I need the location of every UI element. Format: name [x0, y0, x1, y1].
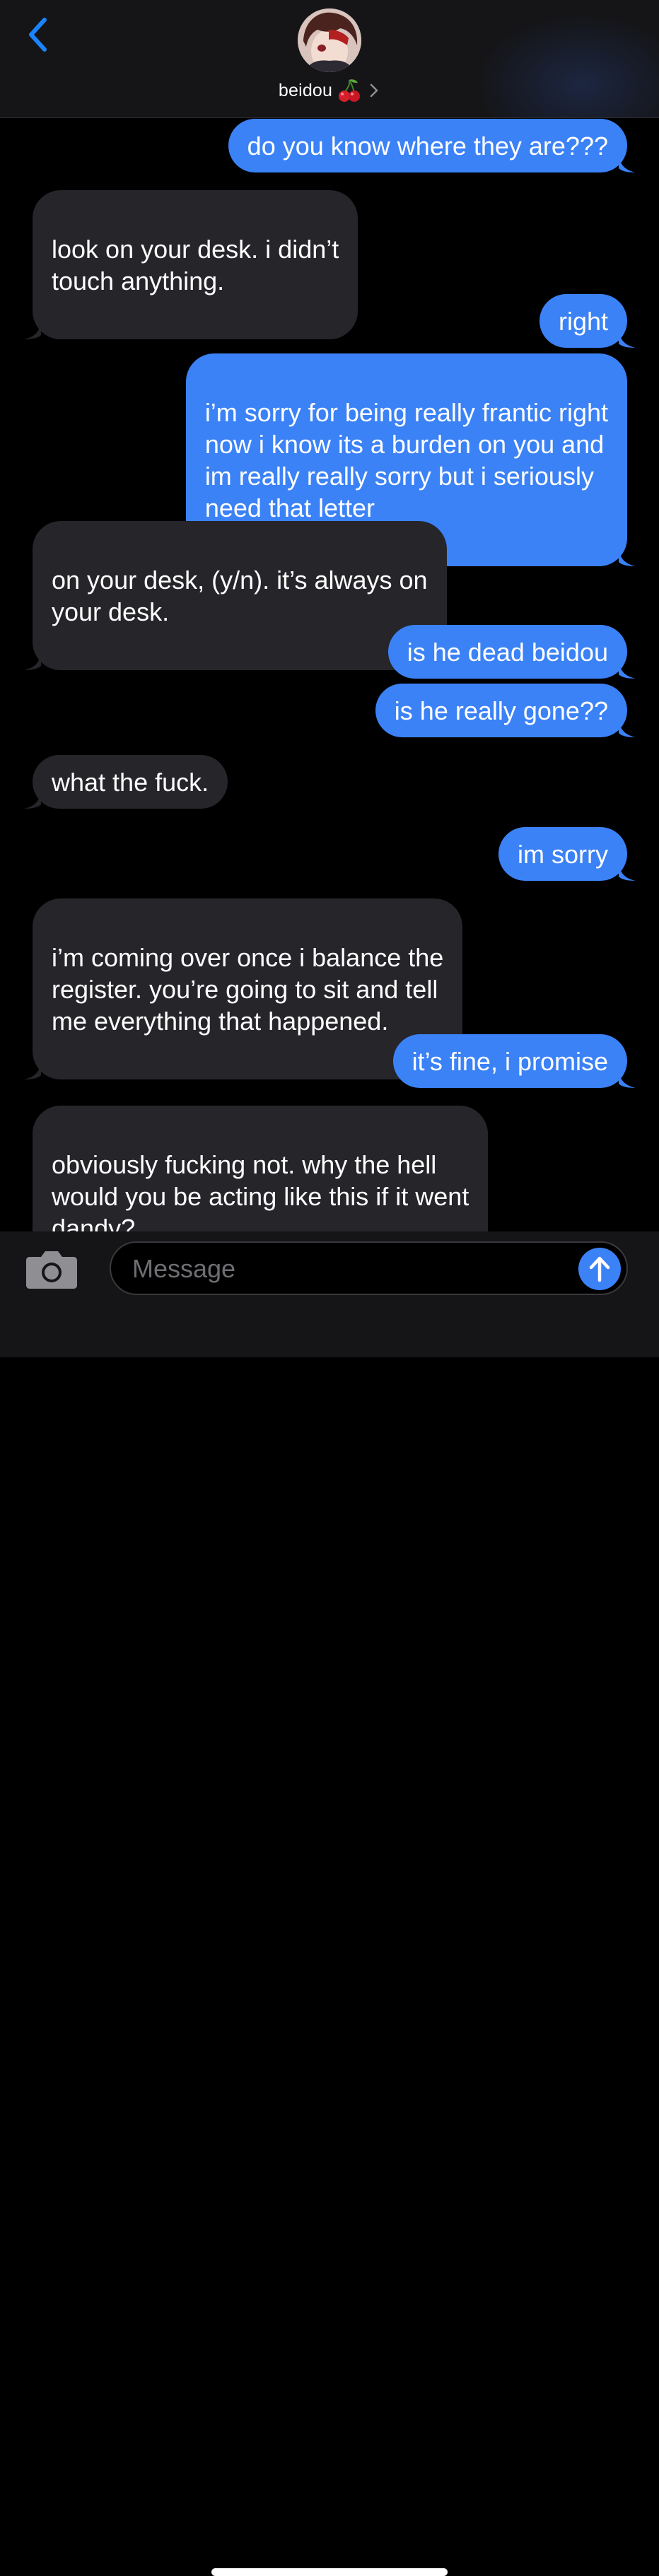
arrow-up-icon [589, 1256, 610, 1282]
message-text: im sorry [518, 840, 608, 869]
message-input[interactable] [132, 1251, 528, 1287]
bubble-tail [24, 788, 41, 809]
message-text: is he really gone?? [394, 696, 608, 725]
message-bubble-outgoing[interactable]: im sorry [498, 827, 636, 881]
message-bubble-outgoing[interactable]: do you know where they are??? [228, 119, 636, 172]
message-bubble-incoming[interactable]: look on your desk. i didn’t touch anythi… [24, 190, 358, 339]
message-bubble-outgoing[interactable]: right [539, 294, 636, 348]
message-bubble-incoming[interactable]: on your desk, (y/n). it’s always on your… [24, 521, 447, 670]
message-text: on your desk, (y/n). it’s always on your… [52, 566, 428, 626]
message-text: i’m coming over once i balance the regis… [52, 943, 444, 1036]
bubble-tail [619, 716, 636, 737]
message-bubble-outgoing[interactable]: is he really gone?? [375, 684, 636, 737]
message-text: right [558, 307, 608, 336]
home-indicator [211, 2568, 448, 2576]
bubble-tail [619, 1067, 636, 1088]
message-thread[interactable]: do you know where they are??? look on yo… [0, 0, 659, 1287]
bubble-tail [619, 545, 636, 566]
bubble-tail [619, 151, 636, 172]
message-text: do you know where they are??? [247, 131, 608, 160]
message-text: it’s fine, i promise [412, 1047, 608, 1076]
message-bubble-outgoing[interactable]: is he dead beidou [387, 625, 636, 679]
message-text: what the fuck. [52, 768, 209, 797]
message-text: i’m sorry for being really frantic right… [204, 398, 608, 522]
bubble-tail [619, 860, 636, 881]
composer-bar [0, 1231, 659, 2576]
message-text: is he dead beidou [407, 638, 608, 667]
bubble-tail [619, 657, 636, 679]
send-button[interactable] [578, 1248, 621, 1290]
bubble-tail [24, 649, 41, 670]
bubble-tail [24, 318, 41, 339]
bubble-tail [24, 1058, 41, 1079]
message-bubble-outgoing[interactable]: it’s fine, i promise [392, 1034, 636, 1088]
message-bubble-incoming[interactable]: what the fuck. [24, 755, 228, 809]
camera-icon [26, 1251, 77, 1289]
message-text: obviously fucking not. why the hell woul… [52, 1150, 470, 1243]
camera-button[interactable] [25, 1248, 78, 1289]
message-field[interactable] [110, 1241, 628, 1295]
message-text: look on your desk. i didn’t touch anythi… [52, 235, 339, 295]
bubble-tail [619, 327, 636, 348]
